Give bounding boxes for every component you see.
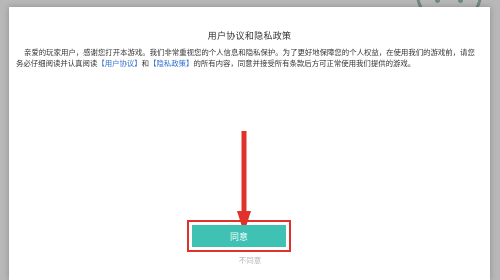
arrow-down-icon	[237, 131, 251, 233]
body-text-and: 和	[141, 59, 150, 69]
agree-button-label: 同意	[192, 225, 286, 247]
disagree-button[interactable]: 不同意	[0, 255, 500, 266]
agree-button[interactable]: 同意	[187, 220, 291, 252]
dialog-title: 用户协议和隐私政策	[207, 32, 292, 42]
privacy-policy-link[interactable]: 【隐私政策】	[149, 59, 193, 68]
user-agreement-link[interactable]: 【用户协议】	[97, 59, 141, 68]
body-text-part2: 的所有内容，同意并接受所有条款后方可正常使用我们提供的游戏。	[193, 59, 416, 69]
dialog-body-text: 亲爱的玩家用户，感谢您打开本游戏。我们非常重视您的个人信息和隐私保护。为了更好地…	[16, 47, 482, 69]
